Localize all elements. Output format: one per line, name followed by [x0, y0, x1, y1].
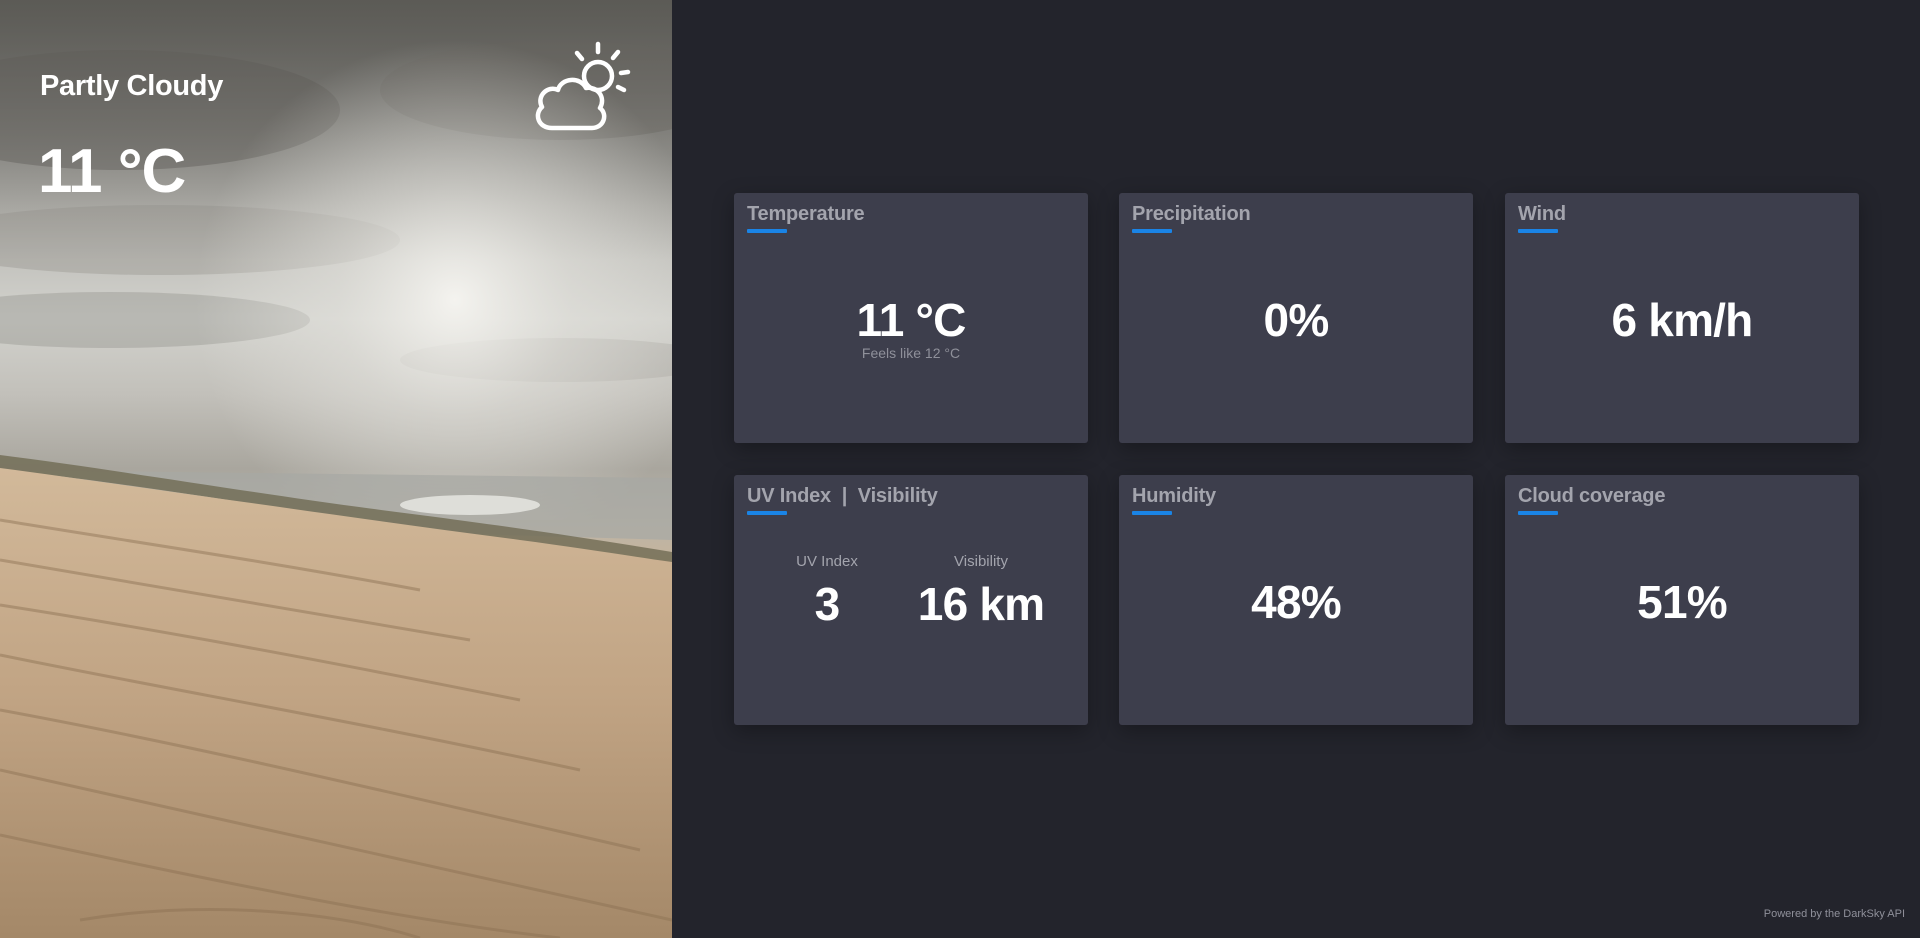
- visibility-value: 16 km: [917, 578, 1045, 630]
- uv-index-value: 3: [814, 578, 841, 630]
- current-temperature: 11 °C: [38, 137, 186, 206]
- api-attribution: Powered by the DarkSky API: [1763, 908, 1905, 920]
- temperature-card: Temperature 11 °C Feels like 12 °C: [734, 193, 1088, 443]
- background-photo-panel: Partly Cloudy 11 °C: [0, 0, 672, 938]
- visibility-label: Visibility: [954, 553, 1008, 570]
- cloud-coverage-card: Cloud coverage 51%: [1505, 475, 1859, 725]
- card-title: Wind: [1518, 203, 1566, 225]
- uv-visibility-card: UV Index | Visibility UV Index 3 Visibil…: [734, 475, 1088, 725]
- humidity-card: Humidity 48%: [1119, 475, 1473, 725]
- cloud-coverage-value: 51%: [1637, 576, 1727, 628]
- card-title: UV Index | Visibility: [747, 485, 938, 507]
- title-accent-bar: [747, 229, 787, 233]
- title-accent-bar: [747, 511, 787, 515]
- card-title: Temperature: [747, 203, 865, 225]
- current-condition: Partly Cloudy: [40, 70, 224, 102]
- title-accent-bar: [1132, 511, 1172, 515]
- title-accent-bar: [1518, 511, 1558, 515]
- feels-like-text: Feels like 12 °C: [861, 345, 961, 361]
- precipitation-card: Precipitation 0%: [1119, 193, 1473, 443]
- card-title: Precipitation: [1132, 203, 1251, 225]
- humidity-value: 48%: [1251, 576, 1341, 628]
- wind-card: Wind 6 km/h: [1505, 193, 1859, 443]
- wind-value: 6 km/h: [1611, 294, 1754, 346]
- card-title: Humidity: [1132, 485, 1216, 507]
- uv-index-label: UV Index: [796, 553, 858, 570]
- card-title: Cloud coverage: [1518, 485, 1666, 507]
- precipitation-value: 0%: [1263, 294, 1330, 346]
- title-accent-bar: [1132, 229, 1172, 233]
- temperature-value: 11 °C: [856, 294, 966, 346]
- partly-cloudy-day-icon: [535, 41, 631, 131]
- title-accent-bar: [1518, 229, 1558, 233]
